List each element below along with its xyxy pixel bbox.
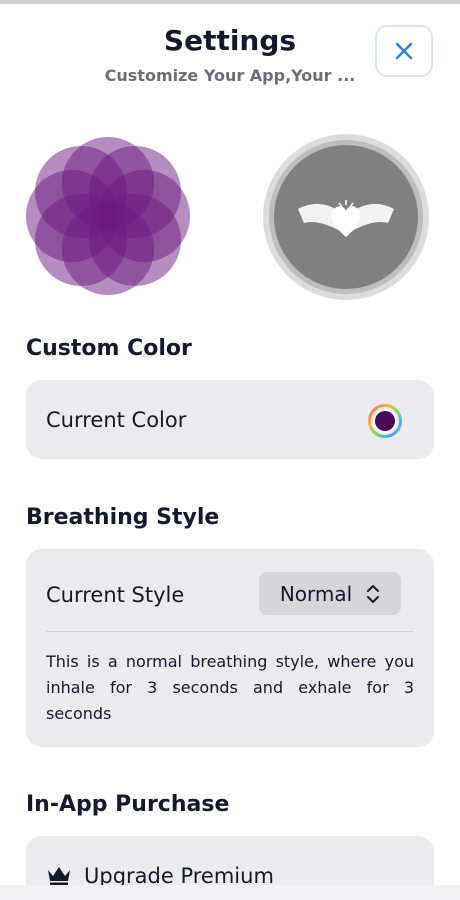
in-app-purchase-title: In-App Purchase bbox=[26, 792, 230, 817]
top-edge bbox=[0, 0, 460, 4]
style-picker[interactable]: Normal bbox=[259, 572, 401, 615]
close-icon bbox=[395, 42, 413, 60]
divider bbox=[46, 631, 414, 632]
breathing-flower-preview bbox=[26, 137, 190, 295]
bottom-bar bbox=[0, 885, 460, 900]
breathing-style-title: Breathing Style bbox=[26, 505, 220, 530]
close-button[interactable] bbox=[375, 25, 433, 77]
chevron-up-down-icon bbox=[367, 584, 380, 603]
style-picker-value: Normal bbox=[279, 581, 353, 606]
custom-color-title: Custom Color bbox=[26, 336, 192, 361]
breathing-style-card: Current Style Normal This is a normal br… bbox=[26, 549, 434, 747]
color-picker-swatch[interactable] bbox=[368, 404, 402, 438]
style-description: This is a normal breathing style, where … bbox=[46, 652, 414, 723]
current-color-label: Current Color bbox=[46, 408, 187, 432]
current-color-card[interactable]: Current Color bbox=[26, 380, 434, 459]
crown-icon bbox=[48, 867, 70, 886]
premium-medal bbox=[263, 134, 429, 300]
current-style-label: Current Style bbox=[46, 583, 185, 607]
